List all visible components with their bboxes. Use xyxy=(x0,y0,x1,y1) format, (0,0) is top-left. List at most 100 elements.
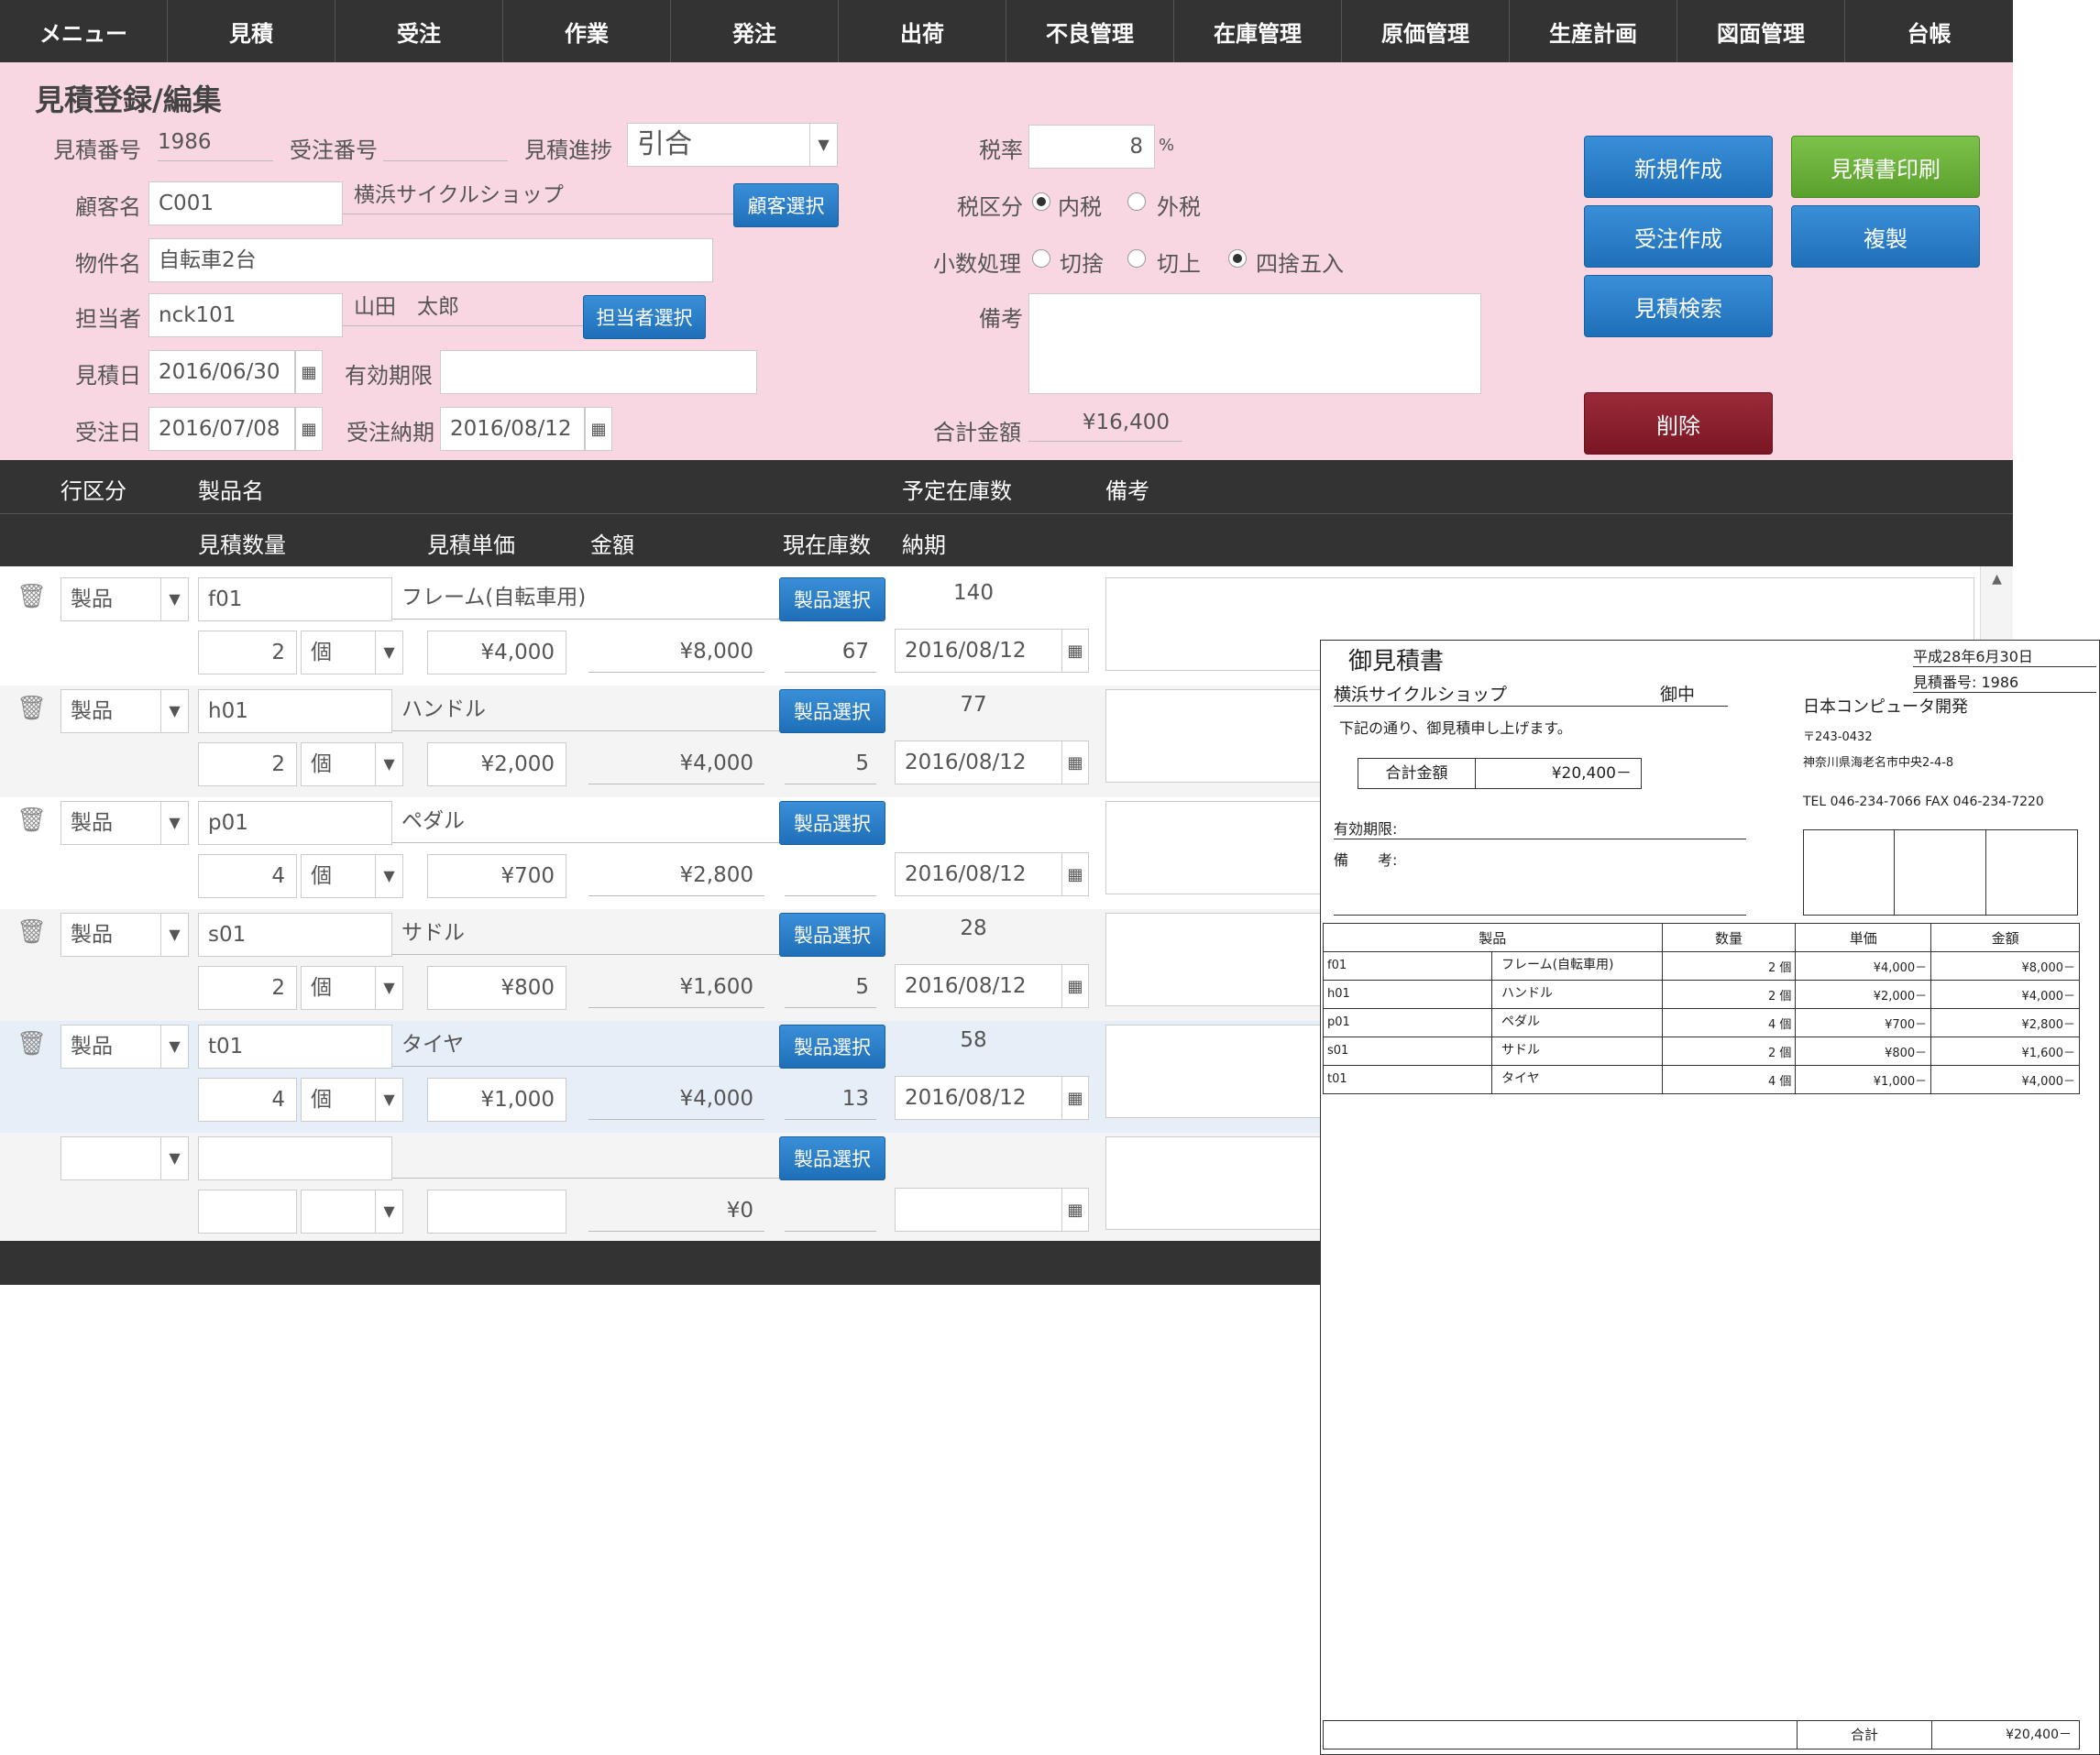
calendar-icon[interactable]: ▦ xyxy=(1061,964,1089,1008)
calendar-icon[interactable]: ▦ xyxy=(1061,852,1089,896)
product-code-input[interactable]: h01 xyxy=(198,689,392,733)
create-order-button[interactable]: 受注作成 xyxy=(1584,205,1773,268)
unit-price-input[interactable]: ¥2,000 xyxy=(427,742,566,786)
search-estimate-button[interactable]: 見積検索 xyxy=(1584,275,1773,337)
customer-select-button[interactable]: 顧客選択 xyxy=(733,183,839,227)
due-date-input[interactable] xyxy=(895,1188,1063,1232)
calendar-icon[interactable]: ▦ xyxy=(1061,629,1089,673)
doc-total-value: ¥20,400－ xyxy=(1551,764,1632,783)
row-type-select[interactable]: 製品 ▼ xyxy=(60,1025,189,1069)
qty-input[interactable]: 2 xyxy=(198,631,297,675)
row-type-select[interactable]: 製品 ▼ xyxy=(60,577,189,621)
unit-price-input[interactable]: ¥1,000 xyxy=(427,1078,566,1122)
tax-rate-input[interactable]: 8 xyxy=(1028,125,1155,169)
trash-icon[interactable]: 🗑 xyxy=(16,583,47,610)
tax-type-inclusive-radio[interactable] xyxy=(1032,192,1050,211)
doc-item-name: タイヤ xyxy=(1501,1071,1540,1086)
product-select-button[interactable]: 製品選択 xyxy=(779,913,885,957)
product-select-button[interactable]: 製品選択 xyxy=(779,577,885,621)
qty-input[interactable]: 4 xyxy=(198,1078,297,1122)
staff-select-button[interactable]: 担当者選択 xyxy=(583,295,706,339)
nav-estimate[interactable]: 見積 xyxy=(168,0,335,62)
qty-input[interactable]: 2 xyxy=(198,742,297,786)
nav-defect[interactable]: 不良管理 xyxy=(1006,0,1174,62)
rounding-half-radio[interactable] xyxy=(1228,249,1247,268)
due-date-input[interactable]: 2016/08/12 xyxy=(895,740,1063,784)
property-input[interactable]: 自転車2台 xyxy=(148,238,713,282)
scroll-up-icon[interactable]: ▲ xyxy=(1981,572,2013,587)
unit-select[interactable]: 個 ▼ xyxy=(301,742,403,786)
due-date-input[interactable]: 2016/08/12 xyxy=(895,1076,1063,1120)
progress-select[interactable]: 引合 ▼ xyxy=(627,123,838,167)
trash-icon[interactable]: 🗑 xyxy=(16,806,47,834)
customer-code-input[interactable]: C001 xyxy=(148,181,343,225)
nav-shipping[interactable]: 出荷 xyxy=(839,0,1006,62)
qty-input[interactable]: 4 xyxy=(198,854,297,898)
due-date-input[interactable]: 2016/08/12 xyxy=(895,964,1063,1008)
order-date-input[interactable]: 2016/07/08 xyxy=(148,407,295,451)
qty-input[interactable]: 2 xyxy=(198,966,297,1010)
rounding-up-radio[interactable] xyxy=(1127,249,1146,268)
due-date-input[interactable]: 2016/08/12 xyxy=(895,629,1063,673)
unit-price-input[interactable]: ¥700 xyxy=(427,854,566,898)
doc-total-label: 合計金額 xyxy=(1358,759,1476,788)
nav-work[interactable]: 作業 xyxy=(503,0,671,62)
unit-select[interactable]: ▼ xyxy=(301,1190,403,1234)
doc-remarks-label: 備 考: xyxy=(1334,848,1746,916)
product-select-button[interactable]: 製品選択 xyxy=(779,801,885,845)
chevron-down-icon: ▼ xyxy=(160,802,188,844)
calendar-icon[interactable]: ▦ xyxy=(295,350,323,394)
unit-price-input[interactable] xyxy=(427,1190,566,1234)
qty-input[interactable] xyxy=(198,1190,297,1234)
calendar-icon[interactable]: ▦ xyxy=(1061,740,1089,784)
nav-ledger[interactable]: 台帳 xyxy=(1845,0,2013,62)
unit-select[interactable]: 個 ▼ xyxy=(301,1078,403,1122)
row-type-select[interactable]: 製品 ▼ xyxy=(60,801,189,845)
nav-cost[interactable]: 原価管理 xyxy=(1342,0,1510,62)
product-select-button[interactable]: 製品選択 xyxy=(779,1025,885,1069)
estimate-document-preview: 御見積書 平成28年6月30日 見積番号: 1986 横浜サイクルショップ 御中… xyxy=(1320,640,2100,1755)
row-type-select[interactable]: 製品 ▼ xyxy=(60,913,189,957)
delivery-date-input[interactable]: 2016/08/12 xyxy=(440,407,585,451)
copy-button[interactable]: 複製 xyxy=(1791,205,1980,268)
print-estimate-button[interactable]: 見積書印刷 xyxy=(1791,136,1980,198)
unit-select[interactable]: 個 ▼ xyxy=(301,854,403,898)
product-select-button[interactable]: 製品選択 xyxy=(779,689,885,733)
new-button[interactable]: 新規作成 xyxy=(1584,136,1773,198)
calendar-icon[interactable]: ▦ xyxy=(585,407,612,451)
remarks-textarea[interactable] xyxy=(1028,293,1481,394)
product-code-input[interactable]: t01 xyxy=(198,1025,392,1069)
nav-production[interactable]: 生産計画 xyxy=(1510,0,1677,62)
calendar-icon[interactable]: ▦ xyxy=(295,407,323,451)
rounding-down-radio[interactable] xyxy=(1032,249,1050,268)
calendar-icon[interactable]: ▦ xyxy=(1061,1076,1089,1120)
nav-drawing[interactable]: 図面管理 xyxy=(1677,0,1845,62)
staff-code-input[interactable]: nck101 xyxy=(148,293,343,337)
unit-price-input[interactable]: ¥800 xyxy=(427,966,566,1010)
nav-menu[interactable]: メニュー xyxy=(0,0,168,62)
delete-button[interactable]: 削除 xyxy=(1584,392,1773,455)
estimate-date-input[interactable]: 2016/06/30 xyxy=(148,350,295,394)
row-type-select[interactable]: ▼ xyxy=(60,1136,189,1180)
nav-purchase[interactable]: 発注 xyxy=(671,0,839,62)
product-code-input[interactable] xyxy=(198,1136,392,1180)
product-select-button[interactable]: 製品選択 xyxy=(779,1136,885,1180)
unit-select[interactable]: 個 ▼ xyxy=(301,631,403,675)
product-code-input[interactable]: s01 xyxy=(198,913,392,957)
trash-icon[interactable]: 🗑 xyxy=(16,918,47,946)
row-type-value: 製品 xyxy=(71,811,113,835)
unit-price-input[interactable]: ¥4,000 xyxy=(427,631,566,675)
trash-icon[interactable]: 🗑 xyxy=(16,1030,47,1058)
product-code-input[interactable]: f01 xyxy=(198,577,392,621)
product-code-input[interactable]: p01 xyxy=(198,801,392,845)
nav-inventory[interactable]: 在庫管理 xyxy=(1174,0,1342,62)
valid-input[interactable] xyxy=(440,350,757,394)
unit-select[interactable]: 個 ▼ xyxy=(301,966,403,1010)
due-date-input[interactable]: 2016/08/12 xyxy=(895,852,1063,896)
trash-icon[interactable]: 🗑 xyxy=(16,695,47,722)
row-type-select[interactable]: 製品 ▼ xyxy=(60,689,189,733)
calendar-icon[interactable]: ▦ xyxy=(1061,1188,1089,1232)
nav-order[interactable]: 受注 xyxy=(335,0,503,62)
tax-type-exclusive-radio[interactable] xyxy=(1127,192,1146,211)
property-label: 物件名 xyxy=(75,251,141,277)
